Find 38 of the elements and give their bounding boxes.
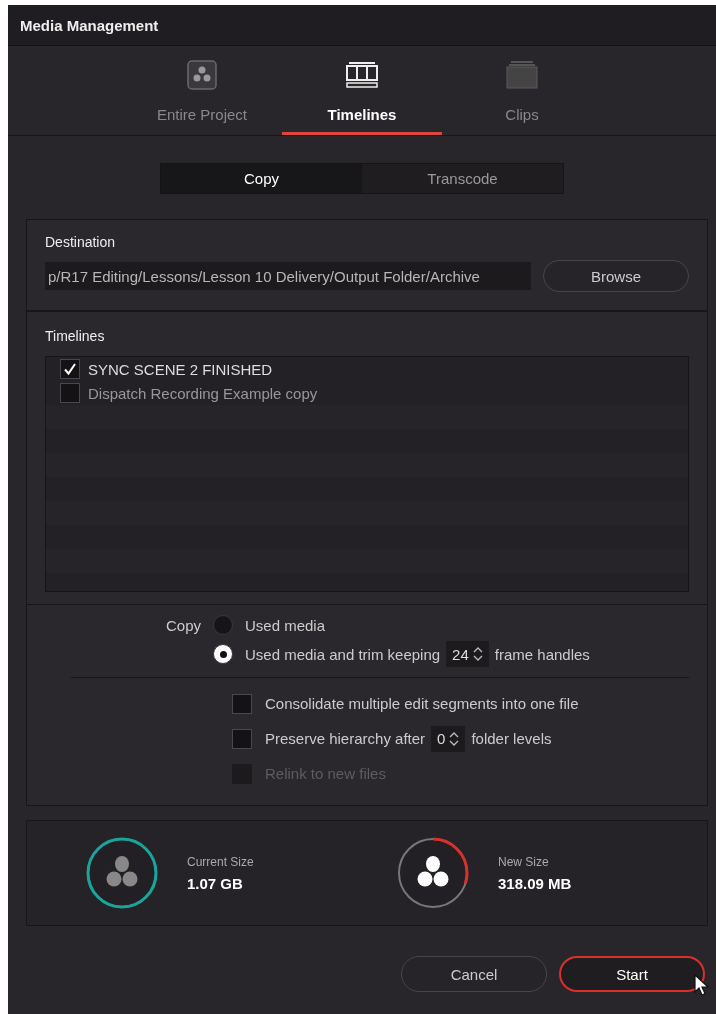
stepper-arrows-icon[interactable] xyxy=(449,730,460,747)
option-label: Preserve hierarchy after xyxy=(265,730,426,747)
number-stepper[interactable]: 24 xyxy=(446,641,489,667)
tab[interactable]: Clips xyxy=(442,46,602,135)
size-value: 1.07 GB xyxy=(187,874,244,892)
option-label: frame handles xyxy=(494,645,590,663)
option-label: Used media xyxy=(245,616,326,634)
browse-button[interactable]: Browse xyxy=(543,260,689,292)
tab[interactable]: Entire Project xyxy=(122,46,282,135)
path-field[interactable]: p/R17 Editing/Lessons/Lesson 10 Delivery/Output Folder/Archive xyxy=(45,262,531,290)
film-icon xyxy=(505,60,539,90)
project-icon xyxy=(185,60,219,90)
cancel-button[interactable]: Cancel xyxy=(401,956,547,992)
size-label: New Size xyxy=(498,854,550,869)
option-label: folder levels xyxy=(471,730,552,747)
size-value: 318.09 MB xyxy=(498,874,572,892)
checkbox[interactable] xyxy=(232,728,252,749)
option-label: Consolidate multiple edit segments into one file xyxy=(265,695,579,712)
tab[interactable]: Timelines xyxy=(282,46,442,135)
section-heading: Timelines xyxy=(45,328,106,344)
segment-button[interactable]: Copy xyxy=(161,164,362,193)
option-label: Copy xyxy=(165,616,202,634)
option-label: Used media and trim keeping xyxy=(245,645,441,663)
checkbox[interactable] xyxy=(60,383,80,403)
number-stepper[interactable]: 0 xyxy=(431,725,466,752)
checkbox[interactable] xyxy=(232,693,252,714)
size-label: Current Size xyxy=(187,854,254,869)
list-item-label[interactable]: Dispatch Recording Example copy xyxy=(88,384,318,402)
list-item-label[interactable]: SYNC SCENE 2 FINISHED xyxy=(88,360,273,378)
radio-button[interactable] xyxy=(213,644,233,664)
mouse-pointer-icon xyxy=(694,974,710,996)
stepper-arrows-icon[interactable] xyxy=(472,646,483,662)
timeline-icon xyxy=(345,60,379,90)
checkbox[interactable] xyxy=(60,359,80,379)
start-button[interactable]: Start xyxy=(559,956,705,992)
window-title: Media Management xyxy=(20,16,159,34)
section-heading: Destination xyxy=(45,234,117,250)
radio-button[interactable] xyxy=(213,615,233,635)
